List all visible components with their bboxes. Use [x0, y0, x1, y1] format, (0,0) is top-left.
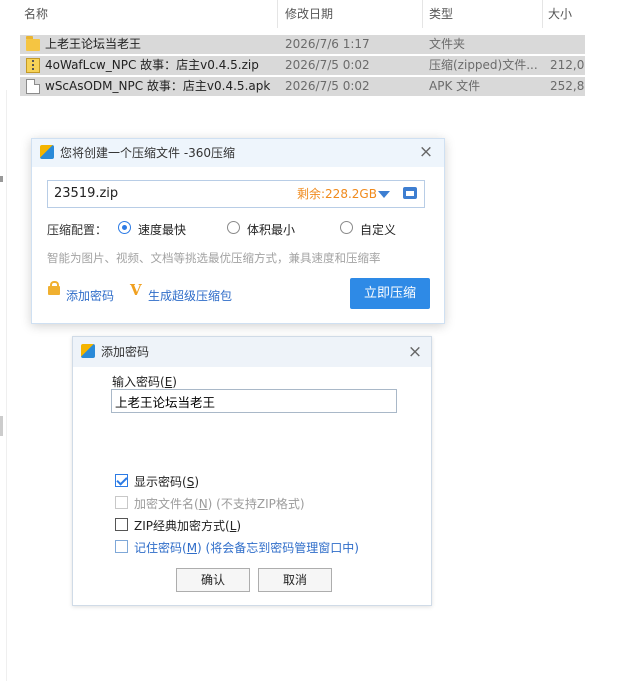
file-row-zip[interactable]: 4oWafLcw_NPC 故事：店主v0.4.5.zip 2026/7/5 0:… — [20, 56, 585, 75]
remember-password-label[interactable]: 记住密码(M) (将会备忘到密码管理窗口中) — [134, 539, 359, 556]
dialog-title: 添加密码 — [101, 345, 150, 359]
radio-custom[interactable] — [340, 221, 353, 234]
file-type: APK 文件 — [429, 79, 481, 93]
dialog-title-bar[interactable]: 您将创建一个压缩文件 -360压缩 × — [32, 139, 444, 167]
show-password-checkbox[interactable] — [115, 474, 128, 487]
folder-icon — [26, 36, 40, 51]
password-input[interactable] — [111, 389, 397, 413]
file-explorer-list: ^ 名称 修改日期 类型 大小 上老王论坛当老王 2026/7/6 1:17 文… — [0, 0, 621, 100]
archive-filename[interactable]: 23519.zip — [54, 181, 118, 207]
zip-classic-encryption-checkbox[interactable] — [115, 518, 128, 531]
file-icon — [26, 79, 40, 94]
column-header-name[interactable]: 名称 — [24, 0, 48, 28]
password-input-label: 输入密码(E) — [112, 375, 177, 389]
sort-ascending-icon: ^ — [142, 0, 152, 7]
radio-smallest-label[interactable]: 体积最小 — [247, 221, 295, 238]
column-header-type[interactable]: 类型 — [429, 0, 453, 28]
file-name: 上老王论坛当老王 — [45, 37, 142, 51]
radio-fastest-label[interactable]: 速度最快 — [138, 221, 186, 238]
file-name: 4oWafLcw_NPC 故事：店主v0.4.5.zip — [45, 58, 259, 72]
radio-custom-label[interactable]: 自定义 — [360, 221, 396, 238]
background-window-fragment — [0, 176, 3, 182]
file-size: 252,84 — [550, 79, 585, 93]
column-header-modified[interactable]: 修改日期 — [285, 0, 333, 28]
vip-v-icon: V — [130, 281, 142, 299]
file-modified: 2026/7/5 0:02 — [285, 58, 370, 72]
close-icon[interactable]: × — [407, 344, 423, 361]
360zip-app-icon — [40, 145, 54, 159]
column-divider[interactable] — [542, 0, 543, 28]
encrypt-filenames-checkbox[interactable] — [115, 496, 128, 509]
add-password-dialog: 添加密码 × 输入密码(E) 显示密码(S) 加密文件名(N) (不支持ZIP格… — [72, 336, 432, 606]
add-password-link[interactable]: 添加密码 — [66, 287, 114, 304]
360zip-app-icon — [81, 344, 95, 358]
column-divider[interactable] — [422, 0, 423, 28]
close-icon[interactable]: × — [418, 144, 434, 161]
file-row-folder[interactable]: 上老王论坛当老王 2026/7/6 1:17 文件夹 — [20, 35, 585, 54]
column-header-size[interactable]: 大小 — [548, 0, 572, 28]
ok-button[interactable]: 确认 — [176, 568, 250, 592]
compression-hint: 智能为图片、视频、文档等挑选最优压缩方式，兼具速度和压缩率 — [47, 251, 381, 265]
file-row-apk[interactable]: wScAsODM_NPC 故事：店主v0.4.5.apk 2026/7/5 0:… — [20, 77, 585, 96]
file-modified: 2026/7/6 1:17 — [285, 37, 370, 51]
archive-path-field[interactable]: 23519.zip 剩余:228.2GB — [47, 180, 425, 208]
cancel-button[interactable]: 取消 — [258, 568, 332, 592]
compression-config-label: 压缩配置： — [47, 223, 108, 237]
super-package-link[interactable]: 生成超级压缩包 — [148, 287, 232, 304]
free-space-label: 剩余:228.2GB — [297, 187, 377, 201]
radio-smallest[interactable] — [227, 221, 240, 234]
file-name: wScAsODM_NPC 故事：店主v0.4.5.apk — [45, 79, 271, 93]
file-size: 212,02 — [550, 58, 585, 72]
compress-now-button[interactable]: 立即压缩 — [350, 278, 430, 309]
browse-folder-icon[interactable] — [403, 187, 417, 199]
encrypt-filenames-label: 加密文件名(N) (不支持ZIP格式) — [134, 497, 305, 511]
column-divider[interactable] — [277, 0, 278, 28]
dialog-title: 您将创建一个压缩文件 -360压缩 — [60, 146, 236, 160]
window-edge-divider — [6, 90, 7, 681]
file-modified: 2026/7/5 0:02 — [285, 79, 370, 93]
remember-password-checkbox[interactable] — [115, 540, 128, 553]
compress-dialog: 您将创建一个压缩文件 -360压缩 × 23519.zip 剩余:228.2GB… — [31, 138, 445, 324]
lock-icon[interactable] — [48, 281, 60, 295]
zip-classic-encryption-label[interactable]: ZIP经典加密方式(L) — [134, 517, 241, 534]
zip-archive-icon — [26, 58, 40, 73]
file-type: 压缩(zipped)文件... — [429, 58, 538, 72]
chevron-down-icon[interactable] — [378, 191, 390, 198]
dialog-title-bar[interactable]: 添加密码 × — [73, 337, 431, 367]
radio-fastest[interactable] — [118, 221, 131, 234]
show-password-label[interactable]: 显示密码(S) — [134, 473, 199, 490]
file-type: 文件夹 — [429, 37, 466, 51]
background-window-fragment — [0, 416, 3, 436]
